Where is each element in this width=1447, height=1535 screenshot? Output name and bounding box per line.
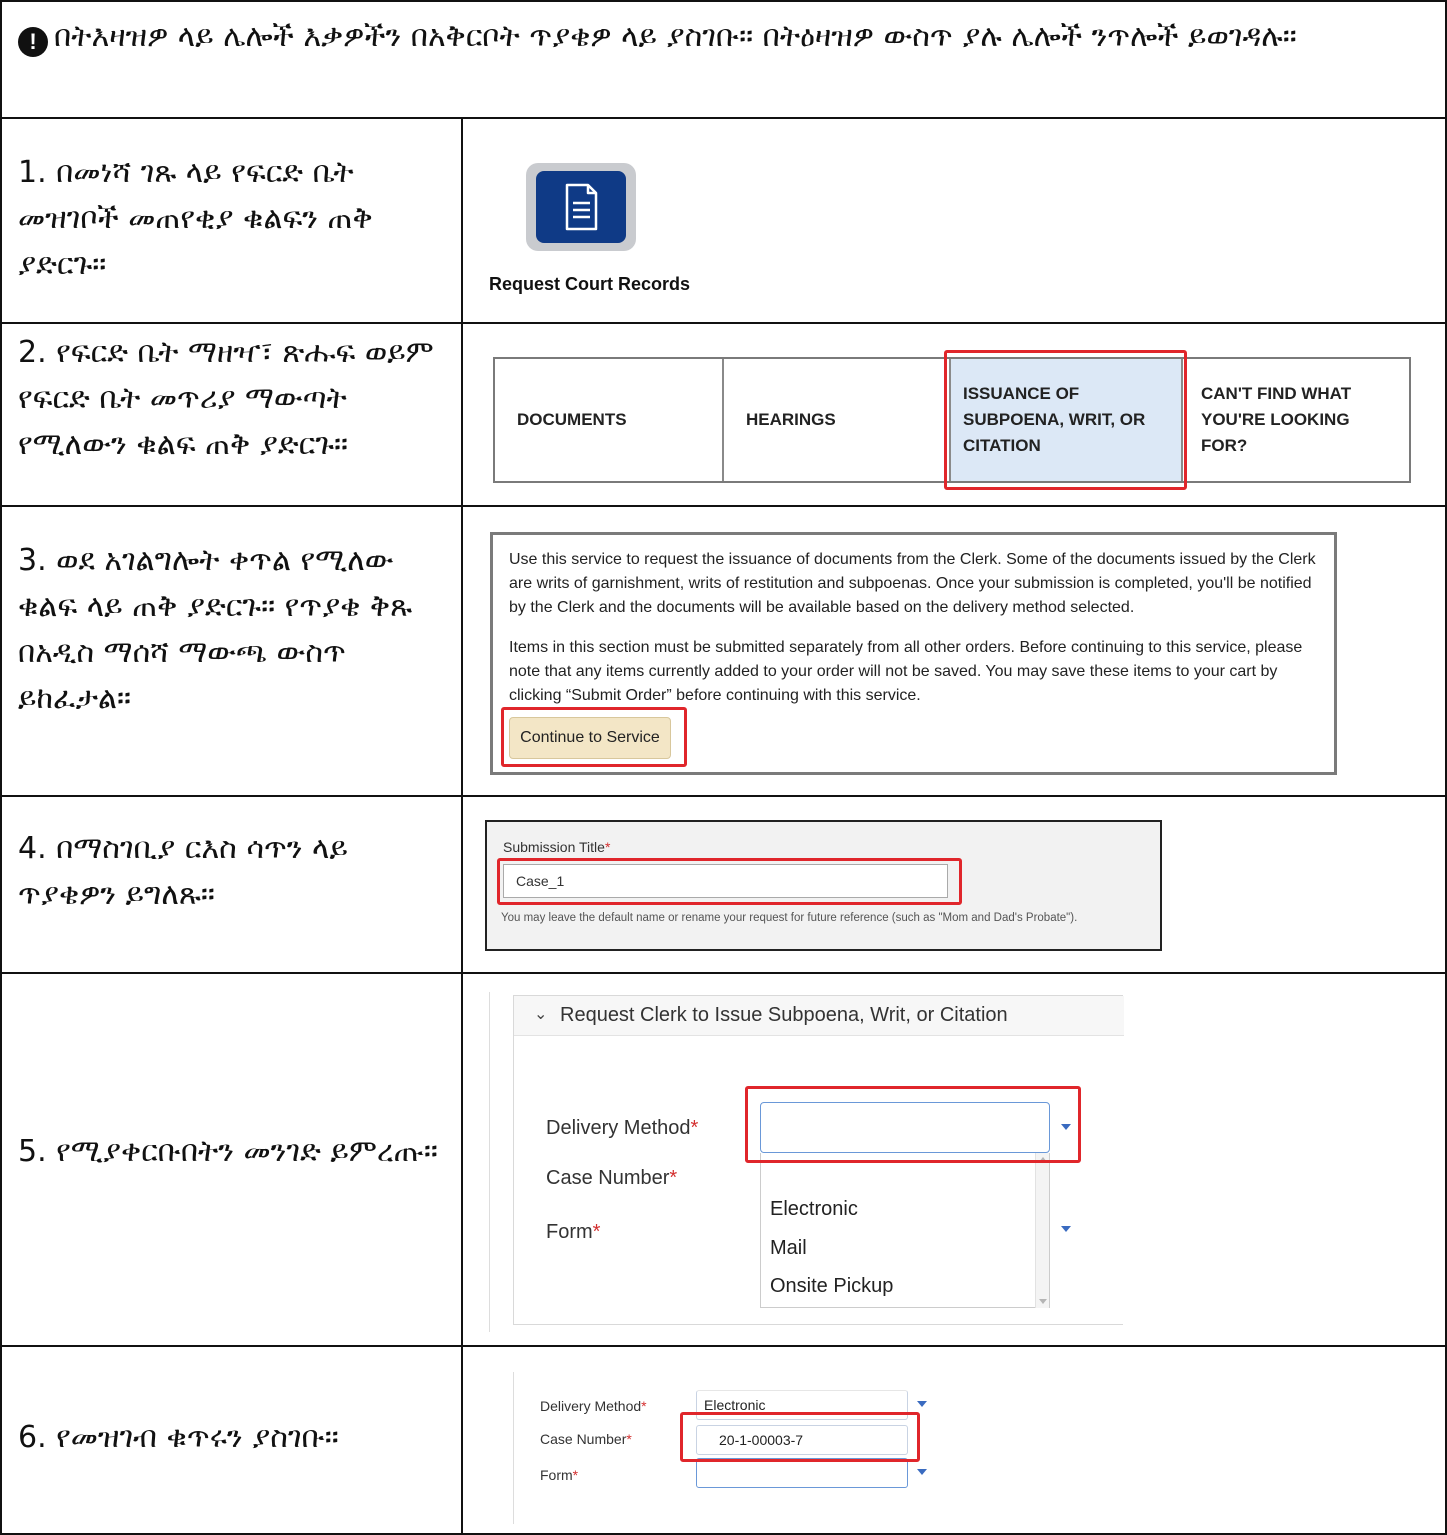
step-6-text: 6. የመዝገብ ቁጥሩን ያስገቡ። [18, 1420, 339, 1455]
column-divider [461, 118, 463, 1535]
row-divider [0, 972, 1447, 974]
exclamation-circle-icon: ! [18, 27, 48, 57]
highlight-box [501, 707, 687, 767]
row-divider [0, 795, 1447, 797]
case-number-label: Case Number* [546, 1167, 678, 1189]
tab-cant-find[interactable]: CAN'T FIND WHAT YOU'RE LOOKING FOR? [1183, 359, 1409, 481]
form-border [489, 992, 490, 1332]
section-header[interactable]: ⌄ Request Clerk to Issue Subpoena, Writ,… [514, 996, 1124, 1036]
notice-text: በትእዛዝዎ ላይ ሌሎች እቃዎችን በአቅርቦት ጥያቄዎ ላይ ያስገቡ።… [54, 19, 1297, 54]
option-mail[interactable]: Mail [770, 1237, 807, 1260]
notice: ! በትእዛዝዎ ላይ ሌሎች እቃዎችን በአቅርቦት ጥያቄዎ ላይ ያስገቡ… [18, 14, 1418, 60]
request-court-records-tile[interactable] [526, 163, 636, 251]
step-2-text: 2. የፍርድ ቤት ማዘዣ፣ ጽሑፍ ወይም የፍርድ ቤት መጥሪያ ማውጣ… [18, 335, 434, 462]
scroll-down-icon[interactable] [1039, 1299, 1047, 1304]
option-electronic[interactable]: Electronic [770, 1198, 858, 1221]
step-3-text: 3. ወደ አገልግሎት ቀጥል የሚለው ቁልፍ ላይ ጠቅ ያድርጉ። የጥ… [18, 543, 413, 716]
chevron-down-icon: ⌄ [534, 1006, 548, 1023]
option-onsite-pickup[interactable]: Onsite Pickup [770, 1275, 893, 1298]
row-divider [0, 322, 1447, 324]
scrollbar[interactable] [1035, 1153, 1049, 1308]
highlight-box [944, 350, 1187, 490]
highlight-box [745, 1086, 1081, 1163]
row-divider [0, 117, 1447, 119]
delivery-method-label: Delivery Method* [546, 1117, 699, 1139]
tab-documents[interactable]: DOCUMENTS [495, 359, 722, 481]
submission-title-label: Submission Title* [503, 839, 611, 855]
highlight-box [680, 1412, 920, 1462]
row-divider [0, 1345, 1447, 1347]
dropdown-caret-icon[interactable] [917, 1401, 927, 1407]
request-court-records-label[interactable]: Request Court Records [489, 274, 690, 295]
dropdown-caret-icon[interactable] [1061, 1226, 1071, 1232]
highlight-box [497, 858, 962, 905]
form-label: Form* [540, 1467, 579, 1483]
tab-cant-find-label: CAN'T FIND WHAT YOU'RE LOOKING FOR? [1201, 384, 1352, 455]
document-icon [536, 171, 626, 243]
delivery-method-label: Delivery Method* [540, 1398, 647, 1414]
form-label: Form* [546, 1221, 601, 1243]
submission-title-hint: You may leave the default name or rename… [501, 912, 1078, 924]
step-5-text: 5. የሚያቀርቡበትን መንገድ ይምረጡ። [18, 1134, 438, 1169]
info-paragraph-1: Use this service to request the issuance… [509, 551, 1316, 616]
tab-documents-label: DOCUMENTS [517, 410, 627, 429]
row-divider [0, 505, 1447, 507]
form-select[interactable] [696, 1458, 908, 1488]
form-border [513, 1372, 514, 1524]
info-paragraph-2: Items in this section must be submitted … [509, 639, 1303, 704]
case-number-label: Case Number* [540, 1431, 632, 1447]
tab-hearings[interactable]: HEARINGS [724, 359, 949, 481]
step-1-text: 1. በመነሻ ገጹ ላይ የፍርድ ቤት መዝገቦች መጠየቂያ ቁልፍን ጠ… [18, 155, 373, 282]
step-4-text: 4. በማስገቢያ ርእስ ሳጥን ላይ ጥያቄዎን ይግለጹ። [18, 831, 348, 912]
delivery-method-options: Electronic Mail Onsite Pickup [760, 1153, 1050, 1308]
section-title: Request Clerk to Issue Subpoena, Writ, o… [560, 1004, 1008, 1026]
tab-hearings-label: HEARINGS [746, 410, 836, 429]
dropdown-caret-icon[interactable] [917, 1469, 927, 1475]
